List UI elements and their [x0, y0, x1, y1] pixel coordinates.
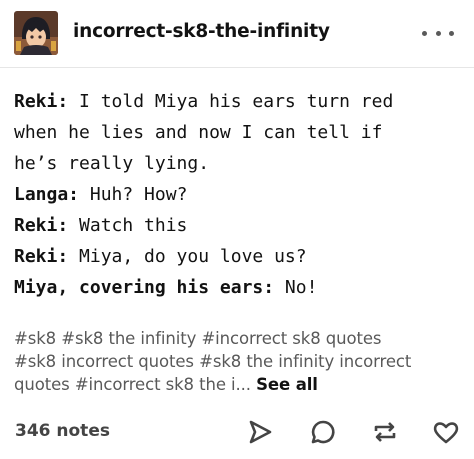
post-tags: #sk8 #sk8 the infinity #incorrect sk8 qu…	[14, 327, 464, 396]
line-text: I told Miya his ears turn red	[68, 91, 394, 112]
quote-line: Reki: Miya, do you love us?	[14, 241, 466, 272]
share-send-icon	[249, 420, 272, 444]
line-text: Huh? How?	[79, 184, 188, 205]
quote-line: he’s really lying.	[14, 148, 466, 179]
line-text: Watch this	[68, 215, 188, 236]
speaker-label: Miya, covering his ears:	[14, 277, 275, 298]
tag-link[interactable]: #incorrect sk8 the i...	[75, 375, 251, 394]
more-horizontal-icon	[422, 30, 427, 36]
post-header: incorrect-sk8-the-infinity	[0, 0, 474, 68]
quote-line: Reki: Watch this	[14, 210, 466, 241]
quote-line: when he lies and now I can tell if	[14, 117, 466, 148]
post-footer: 346 notes	[0, 404, 474, 459]
see-all-tags-link[interactable]: See all	[256, 375, 318, 394]
tag-link[interactable]: #incorrect sk8 quotes	[201, 329, 381, 348]
notes-count[interactable]: 346 notes	[15, 421, 110, 441]
line-text: Miya, do you love us?	[68, 246, 307, 267]
tag-link[interactable]: #sk8 the infinity	[61, 329, 196, 348]
blog-name[interactable]: incorrect-sk8-the-infinity	[73, 21, 330, 42]
more-options-button[interactable]	[422, 22, 454, 44]
reply-button[interactable]	[309, 418, 337, 446]
more-dot	[435, 30, 441, 36]
tag-link[interactable]: #sk8	[14, 329, 56, 348]
line-text: when he lies and now I can tell if	[14, 122, 383, 143]
speaker-label: Langa:	[14, 184, 80, 205]
tag-link[interactable]: #sk8 incorrect quotes	[14, 352, 194, 371]
speaker-label: Reki:	[14, 91, 69, 112]
share-button[interactable]	[246, 418, 274, 446]
speaker-label: Reki:	[14, 215, 69, 236]
quote-line: Miya, covering his ears: No!	[14, 272, 466, 303]
reply-bubble-icon	[311, 420, 335, 444]
quote-line: Langa: Huh? How?	[14, 179, 466, 210]
like-button[interactable]	[432, 418, 460, 446]
blog-avatar[interactable]	[14, 11, 58, 55]
line-text: he’s really lying.	[14, 153, 210, 174]
more-dot	[449, 30, 454, 36]
reblog-icon	[374, 422, 396, 442]
speaker-label: Reki:	[14, 246, 69, 267]
quote-line: Reki: I told Miya his ears turn red	[14, 86, 466, 117]
heart-icon	[433, 422, 459, 444]
line-text: No!	[274, 277, 318, 298]
reblog-button[interactable]	[371, 418, 399, 446]
post-body: Reki: I told Miya his ears turn red when…	[14, 86, 466, 303]
